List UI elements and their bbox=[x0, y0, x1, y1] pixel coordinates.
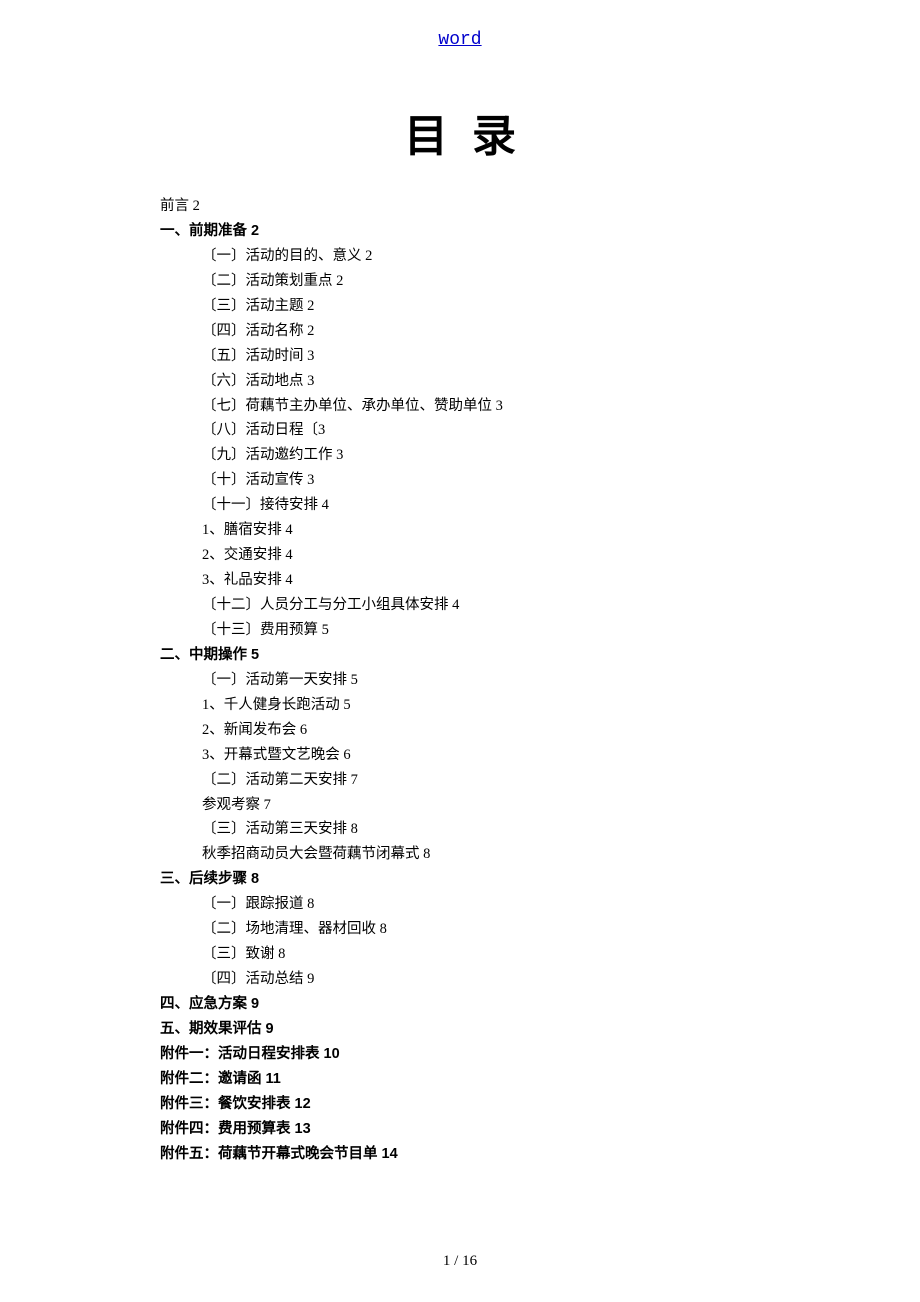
toc-entry: 3、开幕式暨文艺晚会 6 bbox=[202, 743, 760, 768]
toc-entry: 一、前期准备 2 bbox=[160, 219, 760, 244]
toc-entry: 1、千人健身长跑活动 5 bbox=[202, 693, 760, 718]
page-footer: 1 / 16 bbox=[0, 1253, 920, 1270]
toc-entry: 参观考察 7 bbox=[202, 793, 760, 818]
toc-entry: 〔八〕活动日程〔3 bbox=[202, 418, 760, 443]
toc-entry: 二、中期操作 5 bbox=[160, 643, 760, 668]
toc-entry: 〔四〕活动名称 2 bbox=[202, 319, 760, 344]
toc-entry: 2、交通安排 4 bbox=[202, 543, 760, 568]
toc-entry: 3、礼品安排 4 bbox=[202, 568, 760, 593]
toc-entry: 三、后续步骤 8 bbox=[160, 867, 760, 892]
toc-entry: 2、新闻发布会 6 bbox=[202, 718, 760, 743]
toc-entry: 〔三〕活动第三天安排 8 bbox=[202, 817, 760, 842]
toc-entry: 附件三：餐饮安排表 12 bbox=[160, 1092, 760, 1117]
toc-entry: 〔二〕活动第二天安排 7 bbox=[202, 768, 760, 793]
toc-entry: 附件二：邀请函 11 bbox=[160, 1067, 760, 1092]
toc-entry: 〔二〕活动策划重点 2 bbox=[202, 269, 760, 294]
toc-entry: 附件五：荷藕节开幕式晚会节目单 14 bbox=[160, 1142, 760, 1167]
toc-entry: 〔五〕活动时间 3 bbox=[202, 344, 760, 369]
toc-entry: 〔三〕致谢 8 bbox=[202, 942, 760, 967]
toc-entry: 五、期效果评估 9 bbox=[160, 1017, 760, 1042]
toc-entry: 〔一〕活动的目的、意义 2 bbox=[202, 244, 760, 269]
toc-entry: 〔九〕活动邀约工作 3 bbox=[202, 443, 760, 468]
toc-entry: 附件一：活动日程安排表 10 bbox=[160, 1042, 760, 1067]
toc-entry: 附件四：费用预算表 13 bbox=[160, 1117, 760, 1142]
toc-entry: 秋季招商动员大会暨荷藕节闭幕式 8 bbox=[202, 842, 760, 867]
toc-entry: 〔十二〕人员分工与分工小组具体安排 4 bbox=[202, 593, 760, 618]
table-of-contents: 前言 2一、前期准备 2〔一〕活动的目的、意义 2〔二〕活动策划重点 2〔三〕活… bbox=[160, 194, 760, 1167]
toc-entry: 〔二〕场地清理、器材回收 8 bbox=[202, 917, 760, 942]
toc-entry: 前言 2 bbox=[160, 194, 760, 219]
page-title: 目录 bbox=[160, 100, 760, 164]
toc-entry: 四、应急方案 9 bbox=[160, 992, 760, 1017]
toc-entry: 〔四〕活动总结 9 bbox=[202, 967, 760, 992]
toc-entry: 〔三〕活动主题 2 bbox=[202, 294, 760, 319]
toc-entry: 1、膳宿安排 4 bbox=[202, 518, 760, 543]
toc-entry: 〔七〕荷藕节主办单位、承办单位、赞助单位 3 bbox=[202, 394, 760, 419]
header-link[interactable]: word bbox=[160, 30, 760, 50]
toc-entry: 〔六〕活动地点 3 bbox=[202, 369, 760, 394]
toc-entry: 〔十一〕接待安排 4 bbox=[202, 493, 760, 518]
toc-entry: 〔一〕跟踪报道 8 bbox=[202, 892, 760, 917]
toc-entry: 〔一〕活动第一天安排 5 bbox=[202, 668, 760, 693]
toc-entry: 〔十三〕费用预算 5 bbox=[202, 618, 760, 643]
toc-entry: 〔十〕活动宣传 3 bbox=[202, 468, 760, 493]
